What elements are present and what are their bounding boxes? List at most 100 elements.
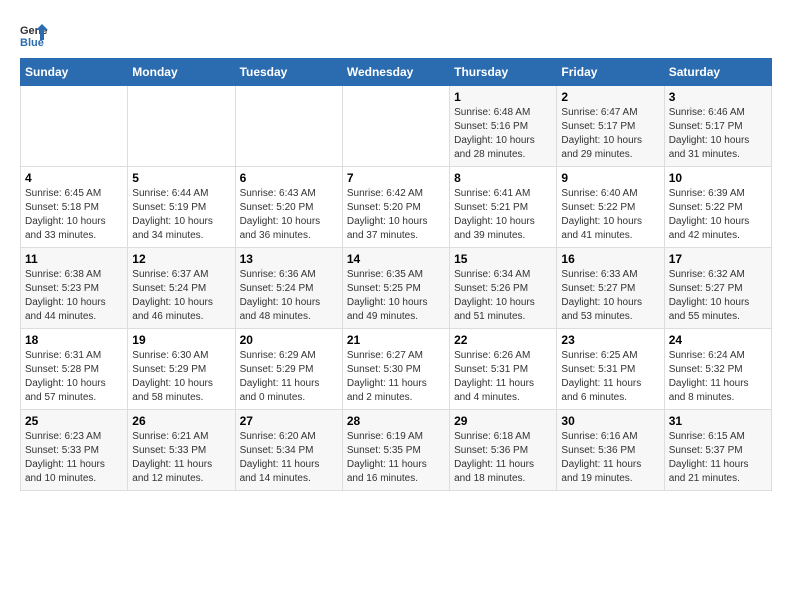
day-cell: 2 Sunrise: 6:47 AM Sunset: 5:17 PM Daylig… (557, 86, 664, 167)
day-info: Sunrise: 6:41 AM Sunset: 5:21 PM Dayligh… (454, 187, 552, 243)
day-cell: 18Sunrise: 6:31 AM Sunset: 5:28 PM Dayli… (21, 329, 128, 410)
day-cell: 7Sunrise: 6:42 AM Sunset: 5:20 PM Daylig… (342, 167, 449, 248)
day-cell (21, 86, 128, 167)
header-cell-thursday: Thursday (450, 59, 557, 86)
day-cell (128, 86, 235, 167)
day-info: Sunrise: 6:19 AM Sunset: 5:35 PM Dayligh… (347, 430, 445, 486)
week-row-2: 4 Sunrise: 6:45 AM Sunset: 5:18 PM Daylig… (21, 167, 772, 248)
day-cell: 22 Sunrise: 6:26 AM Sunset: 5:31 PM Dayli… (450, 329, 557, 410)
day-cell: 27 Sunrise: 6:20 AM Sunset: 5:34 PM Dayli… (235, 410, 342, 491)
day-number: 17 (669, 252, 767, 266)
day-cell: 13Sunrise: 6:36 AM Sunset: 5:24 PM Dayli… (235, 248, 342, 329)
day-number: 2 (561, 90, 659, 104)
day-info: Sunrise: 6:45 AM Sunset: 5:18 PM Dayligh… (25, 187, 123, 243)
day-info: Sunrise: 6:38 AM Sunset: 5:23 PM Dayligh… (25, 268, 123, 324)
day-number: 25 (25, 414, 123, 428)
day-cell: 20 Sunrise: 6:29 AM Sunset: 5:29 PM Dayli… (235, 329, 342, 410)
day-info: Sunrise: 6:35 AM Sunset: 5:25 PM Dayligh… (347, 268, 445, 324)
day-number: 1 (454, 90, 552, 104)
day-number: 14 (347, 252, 445, 266)
day-info: Sunrise: 6:34 AM Sunset: 5:26 PM Dayligh… (454, 268, 552, 324)
day-info: Sunrise: 6:29 AM Sunset: 5:29 PM Dayligh… (240, 349, 338, 405)
week-row-4: 18Sunrise: 6:31 AM Sunset: 5:28 PM Dayli… (21, 329, 772, 410)
day-cell: 26 Sunrise: 6:21 AM Sunset: 5:33 PM Dayli… (128, 410, 235, 491)
day-number: 6 (240, 171, 338, 185)
header-cell-friday: Friday (557, 59, 664, 86)
day-number: 11 (25, 252, 123, 266)
day-number: 24 (669, 333, 767, 347)
day-cell: 5Sunrise: 6:44 AM Sunset: 5:19 PM Daylig… (128, 167, 235, 248)
day-info: Sunrise: 6:31 AM Sunset: 5:28 PM Dayligh… (25, 349, 123, 405)
day-cell: 29 Sunrise: 6:18 AM Sunset: 5:36 PM Dayli… (450, 410, 557, 491)
day-number: 22 (454, 333, 552, 347)
day-info: Sunrise: 6:27 AM Sunset: 5:30 PM Dayligh… (347, 349, 445, 405)
day-cell: 8 Sunrise: 6:41 AM Sunset: 5:21 PM Daylig… (450, 167, 557, 248)
day-cell: 16Sunrise: 6:33 AM Sunset: 5:27 PM Dayli… (557, 248, 664, 329)
day-number: 20 (240, 333, 338, 347)
day-cell: 23 Sunrise: 6:25 AM Sunset: 5:31 PM Dayli… (557, 329, 664, 410)
day-cell: 28 Sunrise: 6:19 AM Sunset: 5:35 PM Dayli… (342, 410, 449, 491)
day-cell: 10 Sunrise: 6:39 AM Sunset: 5:22 PM Dayli… (664, 167, 771, 248)
day-info: Sunrise: 6:39 AM Sunset: 5:22 PM Dayligh… (669, 187, 767, 243)
day-info: Sunrise: 6:47 AM Sunset: 5:17 PM Dayligh… (561, 106, 659, 162)
day-number: 5 (132, 171, 230, 185)
day-cell: 11 Sunrise: 6:38 AM Sunset: 5:23 PM Dayli… (21, 248, 128, 329)
day-number: 3 (669, 90, 767, 104)
day-info: Sunrise: 6:32 AM Sunset: 5:27 PM Dayligh… (669, 268, 767, 324)
day-number: 28 (347, 414, 445, 428)
day-number: 10 (669, 171, 767, 185)
day-info: Sunrise: 6:33 AM Sunset: 5:27 PM Dayligh… (561, 268, 659, 324)
day-cell: 14 Sunrise: 6:35 AM Sunset: 5:25 PM Dayli… (342, 248, 449, 329)
day-number: 9 (561, 171, 659, 185)
day-cell: 30 Sunrise: 6:16 AM Sunset: 5:36 PM Dayli… (557, 410, 664, 491)
day-number: 15 (454, 252, 552, 266)
day-info: Sunrise: 6:25 AM Sunset: 5:31 PM Dayligh… (561, 349, 659, 405)
day-number: 8 (454, 171, 552, 185)
day-info: Sunrise: 6:30 AM Sunset: 5:29 PM Dayligh… (132, 349, 230, 405)
header-cell-monday: Monday (128, 59, 235, 86)
day-cell: 25 Sunrise: 6:23 AM Sunset: 5:33 PM Dayli… (21, 410, 128, 491)
day-number: 31 (669, 414, 767, 428)
day-info: Sunrise: 6:43 AM Sunset: 5:20 PM Dayligh… (240, 187, 338, 243)
day-number: 30 (561, 414, 659, 428)
day-cell: 1 Sunrise: 6:48 AM Sunset: 5:16 PM Daylig… (450, 86, 557, 167)
day-cell: 9Sunrise: 6:40 AM Sunset: 5:22 PM Daylig… (557, 167, 664, 248)
day-cell: 24 Sunrise: 6:24 AM Sunset: 5:32 PM Dayli… (664, 329, 771, 410)
day-number: 13 (240, 252, 338, 266)
day-info: Sunrise: 6:37 AM Sunset: 5:24 PM Dayligh… (132, 268, 230, 324)
week-row-1: 1 Sunrise: 6:48 AM Sunset: 5:16 PM Daylig… (21, 86, 772, 167)
day-info: Sunrise: 6:46 AM Sunset: 5:17 PM Dayligh… (669, 106, 767, 162)
day-cell (235, 86, 342, 167)
day-info: Sunrise: 6:18 AM Sunset: 5:36 PM Dayligh… (454, 430, 552, 486)
day-info: Sunrise: 6:24 AM Sunset: 5:32 PM Dayligh… (669, 349, 767, 405)
day-cell: 15 Sunrise: 6:34 AM Sunset: 5:26 PM Dayli… (450, 248, 557, 329)
logo: General Blue (20, 20, 48, 48)
day-number: 12 (132, 252, 230, 266)
day-number: 27 (240, 414, 338, 428)
header-cell-wednesday: Wednesday (342, 59, 449, 86)
day-number: 23 (561, 333, 659, 347)
day-info: Sunrise: 6:20 AM Sunset: 5:34 PM Dayligh… (240, 430, 338, 486)
day-cell: 19Sunrise: 6:30 AM Sunset: 5:29 PM Dayli… (128, 329, 235, 410)
week-row-3: 11 Sunrise: 6:38 AM Sunset: 5:23 PM Dayli… (21, 248, 772, 329)
day-number: 29 (454, 414, 552, 428)
day-info: Sunrise: 6:23 AM Sunset: 5:33 PM Dayligh… (25, 430, 123, 486)
day-number: 4 (25, 171, 123, 185)
day-cell: 21 Sunrise: 6:27 AM Sunset: 5:30 PM Dayli… (342, 329, 449, 410)
day-info: Sunrise: 6:15 AM Sunset: 5:37 PM Dayligh… (669, 430, 767, 486)
day-cell: 31 Sunrise: 6:15 AM Sunset: 5:37 PM Dayli… (664, 410, 771, 491)
day-number: 21 (347, 333, 445, 347)
calendar-table: SundayMondayTuesdayWednesdayThursdayFrid… (20, 58, 772, 491)
day-info: Sunrise: 6:48 AM Sunset: 5:16 PM Dayligh… (454, 106, 552, 162)
day-info: Sunrise: 6:26 AM Sunset: 5:31 PM Dayligh… (454, 349, 552, 405)
page-header: General Blue (20, 20, 772, 48)
day-cell: 6 Sunrise: 6:43 AM Sunset: 5:20 PM Daylig… (235, 167, 342, 248)
logo-icon: General Blue (20, 20, 48, 48)
day-cell: 17 Sunrise: 6:32 AM Sunset: 5:27 PM Dayli… (664, 248, 771, 329)
day-number: 26 (132, 414, 230, 428)
day-cell: 4 Sunrise: 6:45 AM Sunset: 5:18 PM Daylig… (21, 167, 128, 248)
week-row-5: 25 Sunrise: 6:23 AM Sunset: 5:33 PM Dayli… (21, 410, 772, 491)
header-row: SundayMondayTuesdayWednesdayThursdayFrid… (21, 59, 772, 86)
day-info: Sunrise: 6:21 AM Sunset: 5:33 PM Dayligh… (132, 430, 230, 486)
day-info: Sunrise: 6:16 AM Sunset: 5:36 PM Dayligh… (561, 430, 659, 486)
